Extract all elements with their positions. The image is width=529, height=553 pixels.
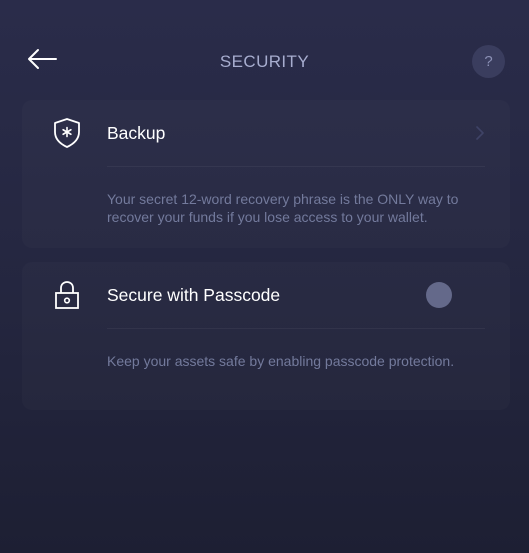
passcode-toggle[interactable] [424, 280, 474, 310]
passcode-description: Keep your assets safe by enabling passco… [107, 353, 455, 369]
passcode-card: Secure with Passcode Keep your assets sa… [22, 262, 510, 410]
toggle-knob [426, 282, 452, 308]
shield-asterisk-icon [51, 117, 83, 149]
backup-card: Backup Your secret 12-word recovery phra… [22, 100, 510, 248]
passcode-label: Secure with Passcode [107, 285, 281, 305]
backup-description: Your secret 12-word recovery phrase is t… [107, 191, 459, 225]
backup-row[interactable]: Backup [22, 100, 510, 166]
chevron-right-icon [472, 122, 488, 144]
padlock-icon [51, 279, 83, 311]
divider [107, 328, 485, 329]
passcode-row: Secure with Passcode [22, 262, 510, 328]
divider [107, 166, 485, 167]
page-title: SECURITY [219, 52, 310, 71]
backup-label: Backup [107, 123, 166, 143]
help-button[interactable]: ? [472, 45, 505, 78]
